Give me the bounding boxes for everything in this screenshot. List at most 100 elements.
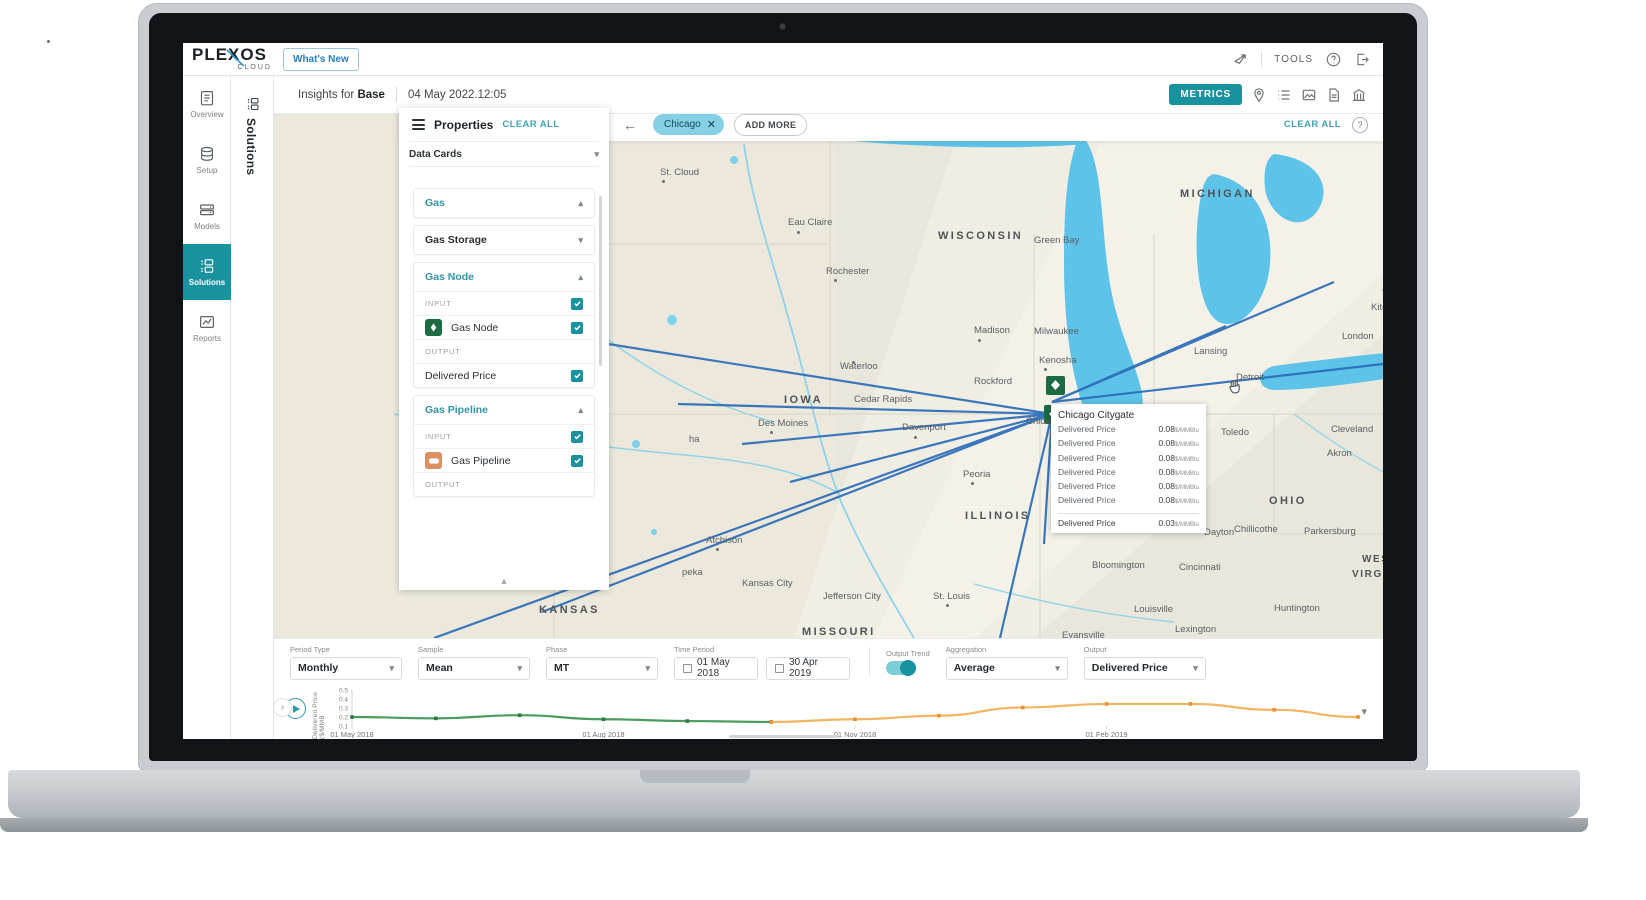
- tooltip-total-row: Delivered Price 0.03$/MMBtu: [1058, 513, 1199, 528]
- property-row[interactable]: OUTPUT: [414, 472, 594, 496]
- checkbox-checked[interactable]: [571, 298, 583, 310]
- tooltip-rows: Delivered Price0.08$/MMBtuDelivered Pric…: [1058, 424, 1199, 510]
- clear-all-button[interactable]: CLEAR ALL: [1284, 119, 1341, 130]
- sidebar-item-overview[interactable]: Overview: [183, 76, 231, 132]
- map-label: KANSAS: [539, 604, 600, 616]
- chart-data-point: [350, 715, 354, 719]
- property-row[interactable]: Gas Node: [414, 315, 594, 339]
- tooltip-row: Delivered Price0.08$/MMBtu: [1058, 467, 1199, 481]
- property-row[interactable]: Delivered Price: [414, 363, 594, 387]
- output-select[interactable]: Delivered Price ▾: [1084, 657, 1206, 680]
- chart-icon: [198, 313, 216, 331]
- property-row[interactable]: INPUT: [414, 291, 594, 315]
- property-card: Gas Storage▾: [413, 225, 595, 255]
- checkbox-checked[interactable]: [571, 322, 583, 334]
- image-icon[interactable]: [1301, 87, 1317, 103]
- output-trend-toggle[interactable]: [886, 661, 916, 675]
- aggregation-value: Average: [954, 662, 995, 674]
- chart-data-point: [518, 713, 522, 717]
- property-row[interactable]: INPUT: [414, 424, 594, 448]
- tooltip-row-label: Delivered Price: [1058, 481, 1116, 491]
- sidebar-item-setup[interactable]: Setup: [183, 132, 231, 188]
- date-to-input[interactable]: 30 Apr 2019: [766, 657, 850, 680]
- chart-x-tick: 01 Feb 2019: [1085, 730, 1127, 738]
- map-pin-icon[interactable]: [1251, 87, 1267, 103]
- property-card-header[interactable]: Gas Pipeline▴: [414, 396, 594, 424]
- period-type-control: Period Type Monthly ▾: [290, 645, 402, 680]
- map-label: St. Cloud: [660, 167, 699, 178]
- map-label: Chillicothe: [1234, 524, 1278, 535]
- insights-timestamp: 04 May 2022.12:05: [408, 89, 506, 101]
- filter-chip-chicago[interactable]: Chicago ✕: [653, 114, 724, 135]
- sidebar-item-models[interactable]: Models: [183, 188, 231, 244]
- properties-collapse-button[interactable]: ▴: [399, 572, 609, 590]
- phase-select[interactable]: MT ▾: [546, 657, 658, 680]
- map-city-dot: [716, 548, 719, 551]
- chart-collapse-button[interactable]: ▾: [1361, 705, 1367, 718]
- checkbox-checked[interactable]: [571, 455, 583, 467]
- help-icon[interactable]: [1325, 51, 1342, 68]
- properties-scrollbar[interactable]: [599, 196, 602, 366]
- chevron-down-icon: ▾: [578, 235, 583, 246]
- sidebar-item-reports[interactable]: Reports: [183, 300, 231, 356]
- horizontal-scrollbar[interactable]: [729, 735, 839, 738]
- property-row[interactable]: Gas Pipeline: [414, 448, 594, 472]
- close-icon[interactable]: ✕: [707, 118, 716, 131]
- menu-icon[interactable]: [412, 119, 425, 130]
- property-row-section-label: OUTPUT: [425, 480, 461, 489]
- property-card-header[interactable]: Gas▴: [414, 189, 594, 217]
- map-label: Des Moines: [758, 418, 808, 429]
- sample-select[interactable]: Mean ▾: [418, 657, 530, 680]
- chart-data-point: [434, 717, 438, 721]
- sidebar-item-solutions[interactable]: Solutions: [183, 244, 231, 300]
- bank-icon[interactable]: [1351, 87, 1367, 103]
- list-icon[interactable]: [1276, 87, 1292, 103]
- output-label: Output: [1084, 645, 1206, 654]
- period-type-select[interactable]: Monthly ▾: [290, 657, 402, 680]
- tools-menu[interactable]: TOOLS: [1274, 54, 1313, 65]
- data-cards-selector[interactable]: Data Cards ▾: [409, 141, 599, 167]
- sample-control: Sample Mean ▾: [418, 645, 530, 680]
- map-label: MISSOURI: [802, 626, 876, 638]
- chart-data-point: [937, 714, 941, 718]
- whats-new-button[interactable]: What's New: [283, 48, 359, 71]
- chart-data-point: [1105, 702, 1109, 706]
- logout-icon[interactable]: [1354, 51, 1371, 68]
- aggregation-select[interactable]: Average ▾: [946, 657, 1068, 680]
- share-icon[interactable]: [1232, 51, 1249, 68]
- property-row[interactable]: OUTPUT: [414, 339, 594, 363]
- help-icon[interactable]: ?: [1352, 117, 1368, 133]
- checkbox-checked[interactable]: [571, 431, 583, 443]
- chart-y-tick: 0.4: [339, 697, 348, 704]
- date-from-input[interactable]: 01 May 2018: [674, 657, 758, 680]
- tooltip-row-value: 0.08$/MMBtu: [1158, 424, 1199, 434]
- properties-clear-all-button[interactable]: CLEAR ALL: [502, 119, 559, 130]
- checkbox-checked[interactable]: [571, 370, 583, 382]
- property-card-header[interactable]: Gas Storage▾: [414, 226, 594, 254]
- chart-x-tick: 01 Aug 2018: [582, 730, 624, 738]
- add-more-button[interactable]: ADD MORE: [734, 114, 807, 136]
- divider: [1261, 51, 1262, 67]
- document-icon[interactable]: [1326, 87, 1342, 103]
- trend-chart-area: Delivered Price ($/MMB 0.50.40.30.20.101…: [274, 685, 1383, 739]
- map-city-dot: [978, 339, 981, 342]
- top-bar-actions: TOOLS: [1232, 51, 1383, 68]
- back-arrow-icon[interactable]: ←: [623, 117, 637, 133]
- chevron-down-icon: ▾: [1193, 663, 1198, 674]
- map-label: Lexington: [1175, 624, 1216, 635]
- insights-prefix: Insights for: [298, 89, 357, 101]
- tooltip-row-label: Delivered Price: [1058, 467, 1116, 477]
- property-row-label: Delivered Price: [425, 370, 496, 382]
- node-tooltip: Chicago Citygate Delivered Price0.08$/MM…: [1051, 404, 1206, 533]
- metrics-button[interactable]: METRICS: [1169, 84, 1242, 105]
- properties-card-list[interactable]: Gas▴Gas Storage▾Gas Node▴INPUTGas NodeOU…: [399, 181, 609, 590]
- output-trend-label: Output Trend: [886, 649, 930, 658]
- properties-panel: Properties CLEAR ALL Data Cards ▾ Gas▴Ga…: [399, 108, 609, 590]
- panel-expand-button[interactable]: ›: [273, 698, 292, 717]
- sidebar-label-solutions: Solutions: [189, 278, 225, 287]
- date-from-value: 01 May 2018: [697, 657, 749, 679]
- property-card-header[interactable]: Gas Node▴: [414, 263, 594, 291]
- aggregation-control: Aggregation Average ▾: [946, 645, 1068, 680]
- solutions-icon: [245, 96, 261, 112]
- map-label: Huntington: [1274, 603, 1320, 614]
